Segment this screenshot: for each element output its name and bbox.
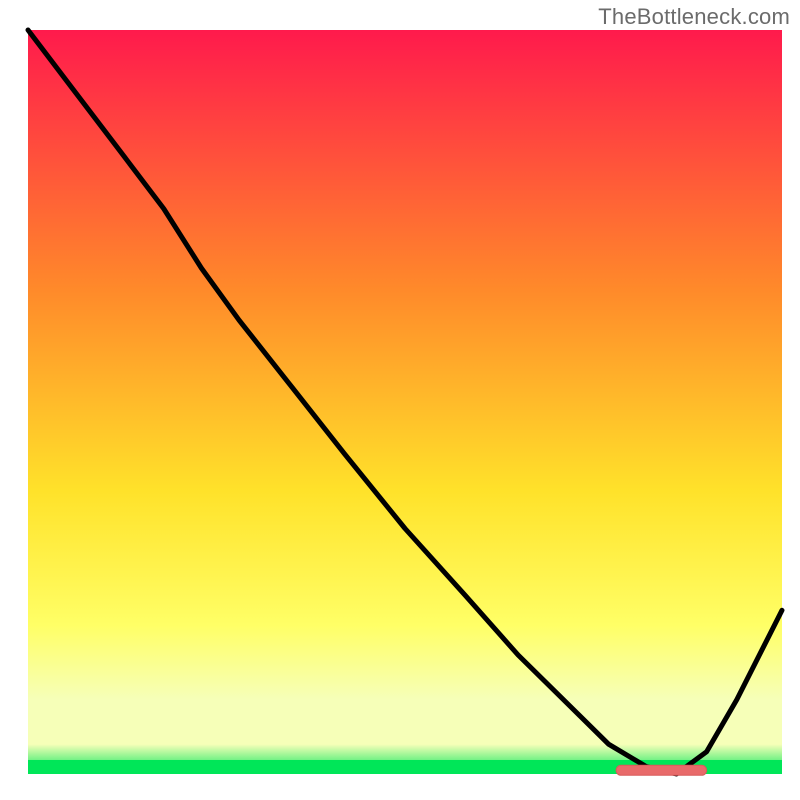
chart-frame: { "attribution": "TheBottleneck.com", "c… — [0, 0, 800, 800]
gradient-background — [28, 30, 782, 774]
optimal-marker — [616, 765, 707, 775]
bottleneck-chart — [0, 0, 800, 800]
plot-area — [28, 30, 782, 775]
